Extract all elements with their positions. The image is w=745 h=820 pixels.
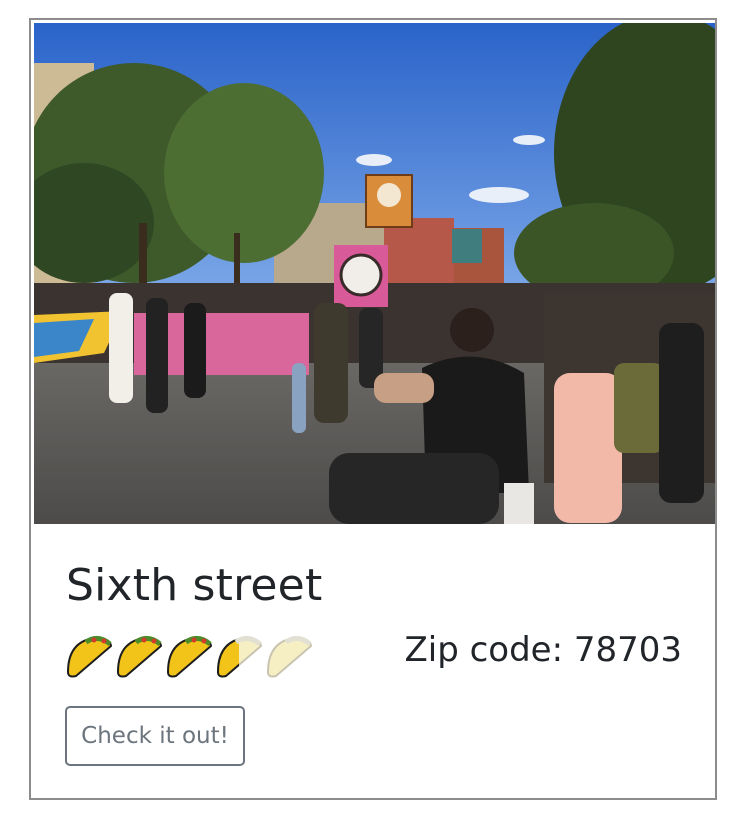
street-photo: [34, 23, 715, 524]
taco-icon: [66, 636, 113, 678]
place-card: Sixth street Zip code: 78703 Check it ou…: [29, 18, 717, 800]
taco-icon: [166, 636, 213, 678]
zip-code: Zip code: 78703: [404, 630, 682, 670]
taco-empty-icon: [266, 636, 313, 678]
place-title: Sixth street: [66, 560, 323, 611]
taco-half-icon: [216, 636, 263, 678]
taco-rating: [64, 632, 314, 680]
taco-icon: [116, 636, 163, 678]
check-it-out-button[interactable]: Check it out!: [65, 706, 245, 766]
